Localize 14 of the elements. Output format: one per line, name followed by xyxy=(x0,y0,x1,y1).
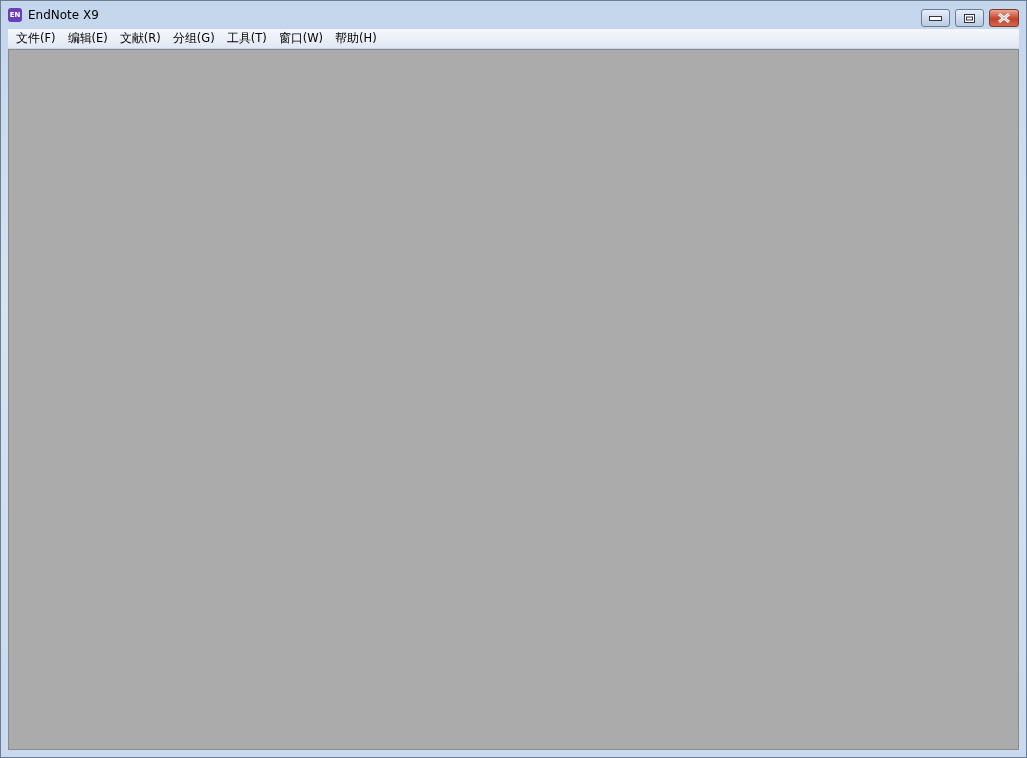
close-button[interactable] xyxy=(989,9,1019,27)
menu-item[interactable]: 窗口(W) xyxy=(272,31,330,46)
menu-item[interactable]: 文献(R) xyxy=(113,31,167,46)
minimize-icon xyxy=(929,15,942,21)
menu-item[interactable]: 编辑(E) xyxy=(61,31,114,46)
minimize-button[interactable] xyxy=(921,9,950,27)
window-title: EndNote X9 xyxy=(28,8,99,22)
menu-item[interactable]: 分组(G) xyxy=(166,31,221,46)
maximize-icon xyxy=(964,13,975,23)
maximize-button[interactable] xyxy=(955,9,984,27)
menu-item[interactable]: 工具(T) xyxy=(220,31,273,46)
close-icon xyxy=(997,13,1011,23)
menu-item[interactable]: 帮助(H) xyxy=(329,31,383,46)
menu-item[interactable]: 文件(F) xyxy=(10,31,62,46)
